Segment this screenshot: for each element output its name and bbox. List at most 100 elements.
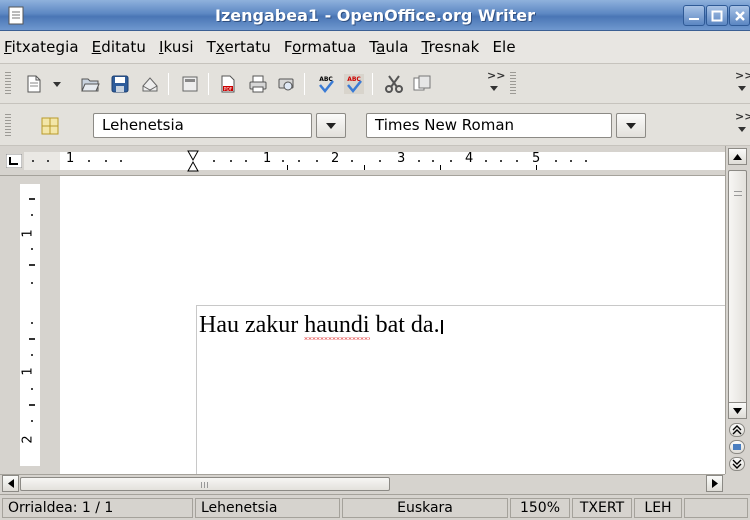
autospellcheck-icon[interactable]: ABC	[344, 74, 364, 94]
arrow-right-icon	[711, 479, 718, 488]
status-page-style[interactable]: Lehenetsia	[195, 498, 340, 518]
menu-insert[interactable]: Txertatu	[207, 38, 271, 56]
ruler-strip	[60, 152, 725, 170]
scroll-left-button[interactable]	[2, 475, 19, 492]
font-name-dropdown[interactable]	[616, 113, 646, 138]
status-insert-mode[interactable]: TXERT	[572, 498, 632, 518]
formatting-toolbar: Lehenetsia Times New Roman >>	[0, 104, 750, 146]
ruler-strip	[20, 184, 40, 466]
double-arrow-down-icon	[732, 459, 742, 469]
save-icon[interactable]	[110, 74, 130, 94]
menu-file[interactable]: Fitxategia	[4, 38, 79, 56]
document-paragraph[interactable]: Hau zakur haundi bat da.	[199, 312, 443, 339]
previous-page-button[interactable]	[729, 423, 745, 437]
document-canvas[interactable]: Hau zakur haundi bat da.	[60, 176, 725, 474]
menu-tools[interactable]: Tresnak	[422, 38, 480, 56]
toolbar-separator	[304, 73, 305, 95]
menu-table[interactable]: Taula	[369, 38, 408, 56]
export-pdf-icon[interactable]: PDF	[218, 74, 238, 94]
status-zoom[interactable]: 150%	[510, 498, 570, 518]
navigation-icon	[733, 444, 741, 450]
toolbar-grip[interactable]	[510, 72, 516, 96]
ruler-label: 1	[66, 151, 75, 166]
edit-file-icon[interactable]	[180, 74, 200, 94]
styles-icon[interactable]	[40, 116, 60, 136]
scroll-right-button[interactable]	[706, 475, 723, 492]
ruler-label: 5	[532, 151, 541, 166]
toolbar-separator	[208, 73, 209, 95]
maximize-button[interactable]	[706, 5, 728, 26]
new-document-icon[interactable]	[24, 74, 44, 94]
email-icon[interactable]	[140, 74, 160, 94]
paragraph-style-select[interactable]: Lehenetsia	[93, 113, 312, 138]
vertical-ruler[interactable]: 1 1 2	[0, 176, 60, 474]
misspelled-word[interactable]: haundi	[304, 312, 370, 340]
more-tools-icon[interactable]: >>	[487, 69, 505, 82]
maximize-icon	[711, 10, 723, 21]
spellcheck-icon[interactable]: ABC	[316, 74, 336, 94]
menu-edit[interactable]: Editatu	[92, 38, 146, 56]
toolbar-grip[interactable]	[5, 114, 11, 138]
chevron-down-icon[interactable]	[53, 82, 61, 88]
ruler-label: 1	[263, 151, 272, 166]
text-boundary	[196, 305, 197, 474]
horizontal-scrollbar[interactable]	[0, 474, 725, 492]
paragraph-style-dropdown[interactable]	[316, 113, 346, 138]
font-name-select[interactable]: Times New Roman	[366, 113, 612, 138]
scroll-up-button[interactable]	[728, 148, 747, 165]
scrollbar-thumb[interactable]	[728, 170, 747, 410]
status-page[interactable]: Orrialdea: 1 / 1	[2, 498, 193, 518]
horizontal-ruler[interactable]: 1 1 2 3 4 5	[0, 146, 725, 176]
ruler-label: 2	[331, 151, 340, 166]
standard-toolbar: PDF ABC ABC >> >>	[0, 64, 750, 104]
ruler-label: 2	[20, 435, 36, 444]
arrow-up-icon	[733, 153, 742, 160]
print-preview-icon[interactable]	[276, 74, 296, 94]
cut-icon[interactable]	[384, 74, 404, 94]
scroll-down-button[interactable]	[728, 402, 747, 419]
next-page-button[interactable]	[729, 457, 745, 471]
navigator-button[interactable]	[729, 440, 745, 454]
ruler-label: 1	[20, 367, 36, 376]
print-icon[interactable]	[248, 74, 268, 94]
chevron-down-icon[interactable]	[738, 127, 746, 133]
ruler-label: 3	[397, 151, 406, 166]
status-language[interactable]: Euskara	[342, 498, 508, 518]
menu-bar: Fitxategia Editatu Ikusi Txertatu Format…	[0, 31, 750, 64]
vertical-scrollbar[interactable]	[725, 146, 750, 474]
scrollbar-thumb[interactable]	[20, 477, 390, 491]
menu-view[interactable]: Ikusi	[159, 38, 194, 56]
copy-icon[interactable]	[412, 74, 432, 94]
more-tools-icon[interactable]: >>	[735, 69, 750, 82]
minimize-icon	[689, 17, 699, 20]
arrow-left-icon	[7, 479, 14, 488]
window-title: Izengabea1 - OpenOffice.org Writer	[215, 6, 535, 25]
more-tools-icon[interactable]: >>	[735, 110, 750, 123]
close-icon	[734, 10, 745, 21]
double-arrow-up-icon	[732, 425, 742, 435]
text-cursor	[440, 320, 443, 334]
toolbar-separator	[168, 73, 169, 95]
close-button[interactable]	[729, 5, 750, 26]
ruler-label: 1	[20, 229, 36, 238]
toolbar-separator	[372, 73, 373, 95]
minimize-button[interactable]	[683, 5, 705, 26]
title-bar[interactable]: Izengabea1 - OpenOffice.org Writer	[0, 0, 750, 31]
indent-marker-icon[interactable]	[187, 150, 199, 172]
chevron-down-icon[interactable]	[738, 86, 746, 92]
toolbar-grip[interactable]	[5, 72, 11, 96]
chevron-down-icon[interactable]	[490, 86, 498, 92]
ruler-label: 4	[465, 151, 474, 166]
text-boundary	[196, 305, 725, 306]
svg-text:PDF: PDF	[224, 87, 233, 93]
chevron-down-icon	[326, 122, 336, 129]
open-icon[interactable]	[80, 74, 100, 94]
menu-format[interactable]: Formatua	[284, 38, 356, 56]
arrow-down-icon	[733, 407, 742, 414]
status-document-modified[interactable]	[684, 498, 748, 518]
tab-stop-icon[interactable]	[6, 154, 22, 168]
menu-window[interactable]: Ele	[492, 38, 515, 56]
status-selection-mode[interactable]: LEH	[634, 498, 682, 518]
chevron-down-icon	[626, 122, 636, 129]
status-bar: Orrialdea: 1 / 1 Lehenetsia Euskara 150%…	[0, 494, 750, 520]
